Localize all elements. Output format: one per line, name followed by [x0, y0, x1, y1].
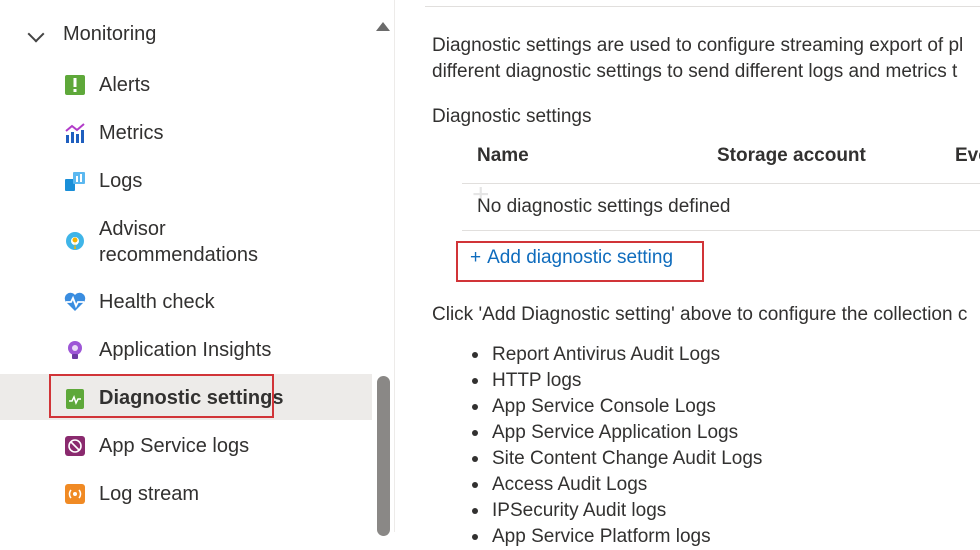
sidebar-item-label: Health check [99, 291, 215, 313]
column-header-event: Eve [955, 145, 980, 166]
app-service-logs-icon [65, 436, 85, 456]
logs-icon [65, 172, 85, 191]
sidebar-item-logs[interactable]: Logs [0, 168, 372, 194]
description-line1: Diagnostic settings are used to configur… [432, 35, 964, 56]
empty-table-message: No diagnostic settings defined [477, 196, 731, 217]
sidebar-item-health-check[interactable]: Health check [0, 289, 372, 315]
health-check-icon [64, 292, 86, 311]
scroll-thumb[interactable] [377, 376, 390, 536]
add-diagnostic-setting-link[interactable]: + Add diagnostic setting [470, 247, 673, 269]
sidebar-item-label: Application Insights [99, 339, 272, 361]
instruction-text: Click 'Add Diagnostic setting' above to … [432, 304, 968, 325]
sidebar-item-advisor-recommendations[interactable]: Advisor recommendations [0, 216, 372, 268]
list-item: App Service Platform logs [470, 524, 762, 550]
highlight-box [49, 374, 274, 418]
list-item: App Service Console Logs [470, 394, 762, 420]
add-diagnostic-setting-label: Add diagnostic setting [487, 247, 674, 268]
section-title: Diagnostic settings [432, 106, 592, 127]
app-insights-icon [68, 341, 82, 359]
sidebar-item-alerts[interactable]: Alerts [0, 72, 372, 98]
sidebar-item-label: Alerts [99, 74, 151, 96]
list-item: App Service Application Logs [470, 420, 762, 446]
sidebar-item-app-service-logs[interactable]: App Service logs [0, 433, 372, 459]
sidebar-item-label-line1: Advisor [99, 218, 166, 240]
list-item: Access Audit Logs [470, 472, 762, 498]
group-label: Monitoring [63, 23, 157, 45]
table-divider [462, 230, 980, 231]
header-divider [425, 6, 980, 7]
scroll-up-arrow-icon[interactable] [376, 22, 390, 31]
table-divider [462, 183, 980, 184]
advisor-icon [66, 232, 84, 250]
sidebar-item-label: Metrics [99, 122, 164, 144]
list-item: Report Antivirus Audit Logs [470, 342, 762, 368]
column-header-storage-account: Storage account [717, 145, 866, 166]
list-item: HTTP logs [470, 368, 762, 394]
sidebar-item-label: App Service logs [99, 435, 250, 457]
sidebar-item-label-line2: recommendations [99, 244, 258, 266]
sidebar-item-log-stream[interactable]: Log stream [0, 481, 372, 507]
divider [394, 0, 395, 532]
log-stream-icon [65, 484, 85, 504]
sidebar-item-metrics[interactable]: Metrics [0, 120, 372, 146]
log-category-list: Report Antivirus Audit Logs HTTP logs Ap… [470, 342, 762, 550]
chevron-down-icon[interactable] [27, 25, 45, 43]
sidebar: Monitoring Alerts Metrics Logs Advisor r… [0, 0, 372, 532]
description-line2: different diagnostic settings to send di… [432, 61, 958, 82]
description: Diagnostic settings are used to configur… [432, 33, 963, 85]
column-header-name: Name [477, 145, 529, 166]
plus-icon: + [470, 247, 482, 268]
alerts-icon [65, 75, 85, 95]
list-item: Site Content Change Audit Logs [470, 446, 762, 472]
sidebar-item-application-insights[interactable]: Application Insights [0, 337, 372, 363]
sidebar-item-label: Logs [99, 170, 143, 192]
list-item: IPSecurity Audit logs [470, 498, 762, 524]
sidebar-item-label: Log stream [99, 483, 200, 505]
metrics-icon [65, 123, 85, 143]
